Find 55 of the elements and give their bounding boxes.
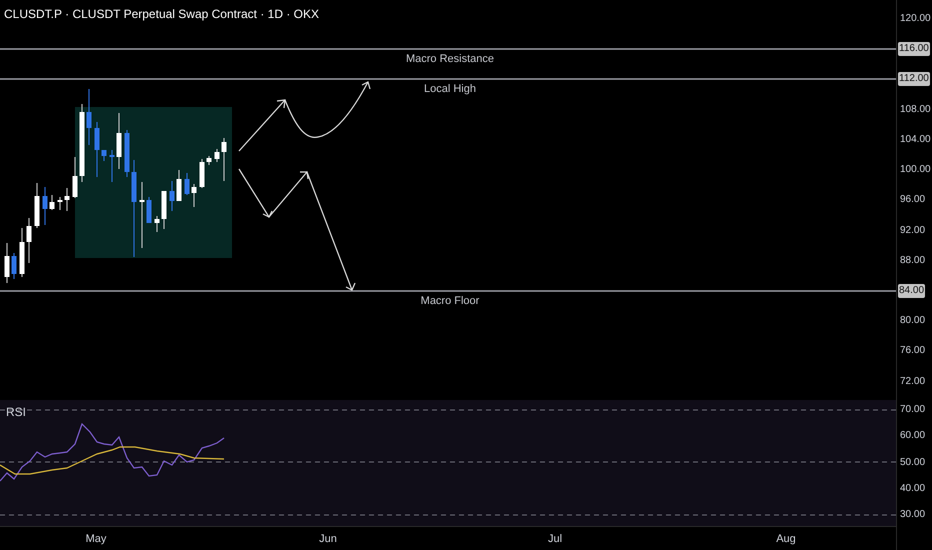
time-axis-label: Jun bbox=[318, 532, 338, 547]
candlestick bbox=[110, 150, 114, 182]
price-axis-label: 72.00 bbox=[900, 374, 926, 389]
candlestick bbox=[146, 196, 152, 224]
level-label: Local High bbox=[423, 82, 477, 97]
candlestick bbox=[170, 180, 174, 212]
chart-title: CLUSDT.P · CLUSDT Perpetual Swap Contract · 1D · OKX bbox=[4, 6, 319, 23]
price-axis-label: 92.00 bbox=[900, 224, 926, 238]
candlestick bbox=[64, 188, 70, 212]
time-axis-label: May bbox=[84, 532, 108, 547]
pane-label: RSI bbox=[6, 404, 26, 421]
rsi-axis-label: 50.00 bbox=[900, 456, 926, 470]
candlestick bbox=[162, 190, 166, 230]
price-level-marker: 84.00 bbox=[898, 284, 926, 298]
price-axis-label: 120.00 bbox=[900, 12, 931, 26]
price-level-marker: 112.00 bbox=[898, 72, 930, 86]
price-level-marker: 116.00 bbox=[898, 42, 930, 56]
candlestick bbox=[34, 182, 40, 228]
price-axis-label: 88.00 bbox=[900, 254, 926, 268]
candlestick bbox=[20, 228, 24, 278]
candlestick bbox=[86, 88, 92, 146]
rsi-axis-label: 40.00 bbox=[900, 482, 926, 496]
time-axis-label: Jul bbox=[546, 532, 564, 547]
price-axis-label: 96.00 bbox=[900, 193, 926, 208]
candlestick bbox=[214, 148, 220, 162]
candlestick bbox=[176, 170, 182, 202]
candlestick bbox=[58, 196, 62, 210]
candlestick bbox=[200, 158, 204, 188]
candlestick bbox=[140, 182, 144, 248]
price-axis-label: 80.00 bbox=[900, 314, 926, 328]
candlestick bbox=[116, 112, 122, 170]
rsi-axis-label: 70.00 bbox=[900, 403, 926, 417]
candlestick bbox=[26, 218, 32, 264]
rsi-axis-label: 60.00 bbox=[900, 429, 926, 444]
candlestick bbox=[94, 122, 100, 178]
rsi-axis-label: 30.00 bbox=[900, 508, 926, 522]
level-label: Macro Resistance bbox=[404, 52, 496, 67]
price-axis-label: 104.00 bbox=[900, 132, 931, 147]
candlestick bbox=[12, 252, 16, 280]
candlestick bbox=[50, 194, 54, 210]
price-axis-label: 76.00 bbox=[900, 344, 926, 358]
candlestick bbox=[222, 138, 226, 182]
candlestick bbox=[72, 156, 78, 198]
candlestick bbox=[124, 130, 130, 178]
price-axis-label: 100.00 bbox=[900, 163, 931, 178]
candlestick bbox=[4, 242, 10, 284]
level-label: Macro Floor bbox=[420, 294, 480, 309]
candlestick bbox=[42, 186, 48, 226]
price-axis-label: 108.00 bbox=[900, 102, 931, 117]
candlestick bbox=[154, 216, 160, 232]
time-axis-label: Aug bbox=[775, 532, 797, 547]
candlestick bbox=[206, 156, 212, 166]
candlestick bbox=[192, 184, 196, 208]
candlestick bbox=[102, 150, 106, 162]
candlestick bbox=[184, 172, 190, 196]
